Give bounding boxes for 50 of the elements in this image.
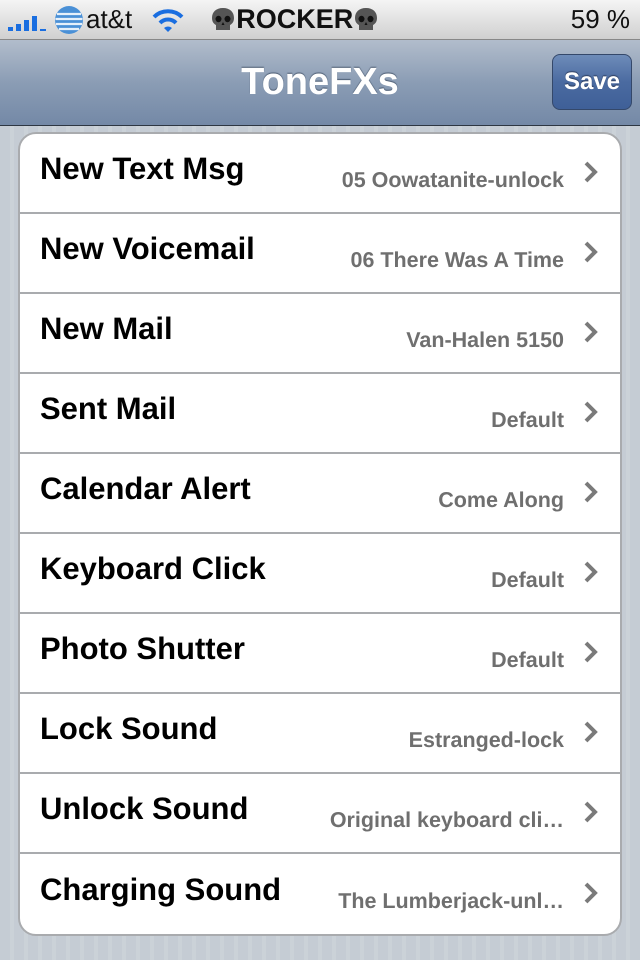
row-label: Unlock Sound — [40, 790, 248, 828]
row-label: Lock Sound — [40, 710, 218, 748]
table-row[interactable]: New Voicemail 06 There Was A Time — [20, 214, 620, 294]
row-value: Default — [491, 646, 564, 674]
skull-icon — [210, 6, 236, 32]
table-row[interactable]: Calendar Alert Come Along — [20, 454, 620, 534]
row-value: Van-Halen 5150 — [406, 326, 564, 354]
chevron-icon — [584, 161, 598, 183]
row-value: Come Along — [438, 486, 564, 514]
table-row[interactable]: Charging Sound The Lumberjack-unl… — [20, 854, 620, 934]
row-value: Default — [491, 566, 564, 594]
row-value: The Lumberjack-unl… — [338, 888, 564, 915]
row-label: New Mail — [40, 310, 173, 348]
status-title: ROCKER — [236, 3, 354, 36]
row-value: Default — [491, 406, 564, 434]
chevron-icon — [584, 801, 598, 823]
table-row[interactable]: Unlock Sound Original keyboard cli… — [20, 774, 620, 854]
chevron-icon — [584, 721, 598, 743]
save-button[interactable]: Save — [552, 54, 632, 110]
row-value: Estranged-lock — [408, 726, 564, 754]
battery-percent: 59 % — [570, 3, 630, 36]
table-row[interactable]: Sent Mail Default — [20, 374, 620, 454]
row-label: New Voicemail — [40, 230, 255, 268]
chevron-icon — [584, 481, 598, 503]
globe-icon — [54, 4, 84, 34]
row-label: Calendar Alert — [40, 470, 251, 508]
chevron-icon — [584, 401, 598, 423]
table-row[interactable]: Keyboard Click Default — [20, 534, 620, 614]
chevron-icon — [584, 321, 598, 343]
wifi-icon — [152, 8, 184, 32]
skull-icon — [353, 6, 380, 32]
table-row[interactable]: New Mail Van-Halen 5150 — [20, 294, 620, 374]
carrier-name: at&t — [86, 3, 132, 36]
row-value: Original keyboard cli… — [330, 806, 564, 834]
table-row[interactable]: New Text Msg 05 Oowatanite-unlock — [20, 134, 620, 214]
row-label: Sent Mail — [40, 390, 176, 428]
chevron-icon — [584, 882, 598, 904]
table-row[interactable]: Lock Sound Estranged-lock — [20, 694, 620, 774]
nav-title: ToneFXs — [241, 60, 399, 105]
row-label: Photo Shutter — [40, 630, 245, 668]
chevron-icon — [584, 241, 598, 263]
row-label: Keyboard Click — [40, 550, 266, 588]
table-row[interactable]: Photo Shutter Default — [20, 614, 620, 694]
row-label: New Text Msg — [40, 150, 244, 188]
signal-icon — [8, 14, 48, 30]
chevron-icon — [584, 561, 598, 583]
row-value: 06 There Was A Time — [350, 246, 564, 274]
row-value: 05 Oowatanite-unlock — [342, 166, 564, 194]
chevron-icon — [584, 641, 598, 663]
row-label: Charging Sound — [40, 870, 282, 909]
